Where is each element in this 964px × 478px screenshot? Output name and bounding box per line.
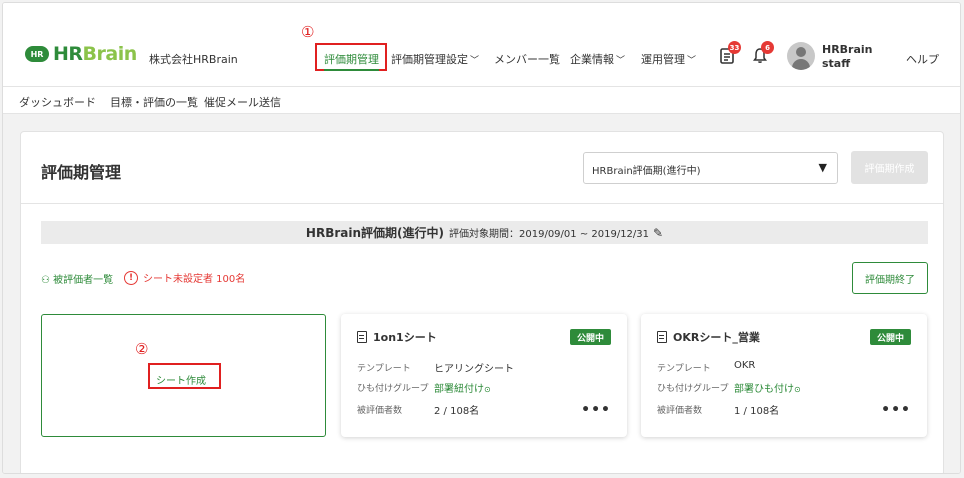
period-select[interactable]: HRBrain評価期(進行中) ▼	[583, 152, 838, 184]
period-info-bar: HRBrain評価期(進行中) 評価対象期間：2019/09/01 ~ 2019…	[41, 221, 928, 244]
more-options-icon[interactable]: •••	[581, 402, 611, 418]
clipboard-badge: 33	[728, 41, 741, 54]
group-row: ひも付けグループ 部署紐付け⊙	[357, 381, 491, 395]
app-window: HR HRBrain 株式会社HRBrain ① 評価期管理 評価期管理設定 ﹀ …	[2, 2, 961, 474]
pencil-icon[interactable]: ✎	[653, 226, 663, 240]
document-icon	[357, 331, 367, 343]
warning-icon: !	[124, 270, 138, 285]
user-role: staff	[822, 57, 851, 70]
nav-evaluation-settings[interactable]: 評価期管理設定 ﹀	[391, 51, 479, 67]
unset-warning[interactable]: ! シート未設定者 100名	[124, 270, 245, 285]
create-period-button[interactable]: 評価期作成	[851, 151, 928, 184]
nav-company-info[interactable]: 企業情報 ﹀	[570, 51, 625, 67]
user-menu[interactable]: HRBrain staff	[822, 43, 873, 71]
logo-badge: HR	[25, 46, 49, 62]
sub-navigation: ダッシュボード 目標・評価の一覧 催促メール送信	[3, 86, 960, 114]
annotation-marker-2: ②	[135, 340, 149, 358]
logo-wordmark: HRBrain	[53, 43, 137, 65]
subnav-goal-list[interactable]: 目標・評価の一覧	[110, 94, 198, 110]
annotation-highlight-2	[148, 363, 221, 389]
evaluation-period-card: 評価期管理 HRBrain評価期(進行中) ▼ 評価期作成 HRBrain評価期…	[20, 131, 944, 473]
page-title: 評価期管理	[41, 163, 122, 182]
hrbrain-logo[interactable]: HR HRBrain	[25, 43, 137, 65]
document-icon	[657, 331, 667, 343]
bell-notification[interactable]: 6	[753, 41, 774, 65]
count-row: 被評価者数 2 / 108名	[357, 406, 480, 417]
clipboard-notification[interactable]: 33	[720, 41, 741, 65]
people-icon: ⚇	[41, 275, 50, 286]
template-row: テンプレート OKR	[657, 360, 756, 374]
nav-evaluation-period[interactable]: 評価期管理	[324, 51, 379, 71]
end-period-button[interactable]: 評価期終了	[852, 262, 928, 294]
divider	[21, 203, 943, 204]
company-name: 株式会社HRBrain	[149, 53, 238, 66]
evaluatee-list-link[interactable]: ⚇ 被評価者一覧	[41, 271, 113, 286]
info-icon: ⊙	[794, 385, 801, 394]
subnav-dashboard[interactable]: ダッシュボード	[19, 94, 96, 110]
chevron-down-icon: ﹀	[616, 56, 626, 66]
group-link[interactable]: 部署紐付け⊙	[434, 380, 491, 395]
top-bar: HR HRBrain 株式会社HRBrain ① 評価期管理 評価期管理設定 ﹀ …	[3, 3, 960, 86]
period-select-value: HRBrain評価期(進行中)	[592, 166, 701, 177]
help-link[interactable]: ヘルプ	[906, 51, 939, 67]
period-name: HRBrain評価期(進行中)	[305, 226, 444, 240]
status-badge: 公開中	[569, 329, 611, 345]
avatar[interactable]	[787, 42, 815, 70]
annotation-marker-1: ①	[301, 23, 315, 41]
group-row: ひも付けグループ 部署ひも付け⊙	[657, 381, 801, 395]
count-row: 被評価者数 1 / 108名	[657, 406, 780, 417]
caret-down-icon: ▼	[818, 161, 827, 174]
main-content: 評価期管理 HRBrain評価期(進行中) ▼ 評価期作成 HRBrain評価期…	[3, 114, 960, 473]
sheet-card-1on1[interactable]: 1on1シート 公開中 テンプレート ヒアリングシート ひも付けグループ 部署紐付け…	[341, 314, 627, 437]
subnav-reminder-mail[interactable]: 催促メール送信	[204, 94, 281, 110]
chevron-down-icon: ﹀	[687, 56, 697, 66]
status-badge: 公開中	[869, 329, 911, 345]
info-icon: ⊙	[484, 385, 491, 394]
chevron-down-icon: ﹀	[470, 56, 480, 66]
bell-badge: 6	[761, 41, 774, 54]
sheet-card-okr[interactable]: OKRシート_営業 公開中 テンプレート OKR ひも付けグループ 部署ひも付け⊙ …	[641, 314, 927, 437]
group-link[interactable]: 部署ひも付け⊙	[734, 380, 801, 395]
nav-operations[interactable]: 運用管理 ﹀	[641, 51, 696, 67]
sheet-title: 1on1シート	[357, 329, 437, 345]
period-range: 評価対象期間：2019/09/01 ~ 2019/12/31	[449, 229, 650, 240]
sheet-title: OKRシート_営業	[657, 329, 760, 345]
template-row: テンプレート ヒアリングシート	[357, 364, 514, 375]
nav-member-list[interactable]: メンバー一覧	[494, 51, 560, 67]
user-name: HRBrain	[822, 43, 873, 56]
more-options-icon[interactable]: •••	[881, 402, 911, 418]
